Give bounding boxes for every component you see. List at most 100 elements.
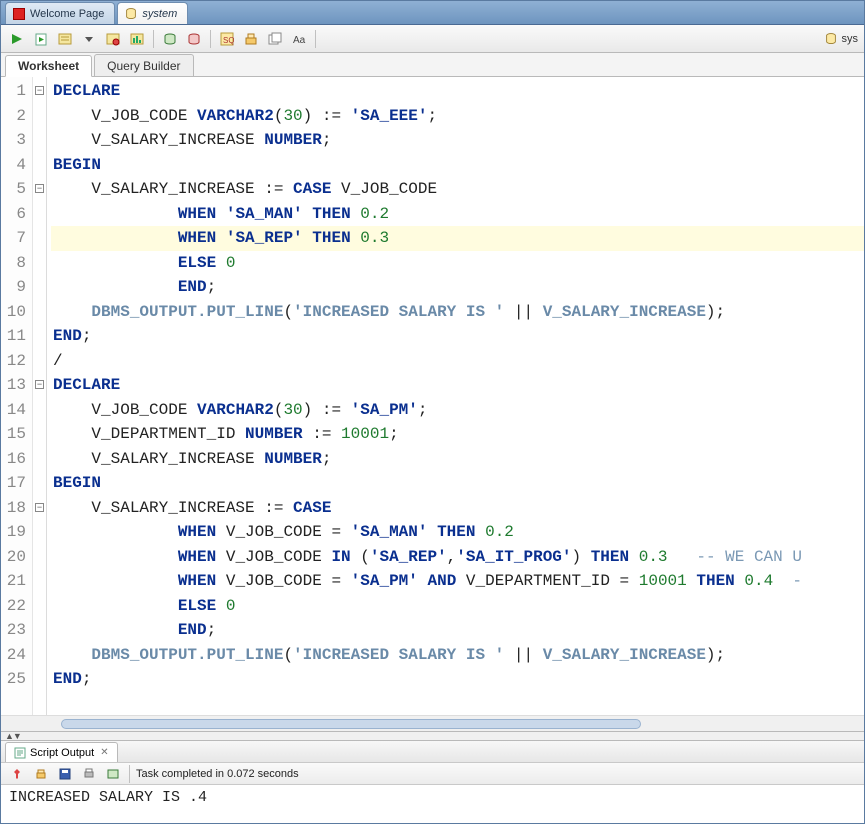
dropdown-caret-icon[interactable] bbox=[79, 29, 99, 49]
line-number: 19 bbox=[1, 520, 26, 545]
fold-column: − − − − bbox=[33, 77, 47, 715]
code-line[interactable]: / bbox=[51, 349, 864, 374]
subtab-query-builder[interactable]: Query Builder bbox=[94, 54, 193, 76]
worksheet-toolbar: SQL Aa sys bbox=[1, 25, 864, 53]
code-line[interactable]: DBMS_OUTPUT.PUT_LINE('INCREASED SALARY I… bbox=[51, 643, 864, 668]
line-number-gutter: 1234567891011121314151617181920212223242… bbox=[1, 77, 33, 715]
tab-system[interactable]: system bbox=[117, 2, 188, 24]
line-number: 9 bbox=[1, 275, 26, 300]
scrollbar-thumb[interactable] bbox=[61, 719, 641, 729]
line-number: 5 bbox=[1, 177, 26, 202]
fold-toggle[interactable]: − bbox=[35, 380, 44, 389]
close-icon[interactable]: ✕ bbox=[100, 747, 108, 758]
code-editor[interactable]: 1234567891011121314151617181920212223242… bbox=[1, 77, 864, 715]
connection-label: sys bbox=[842, 33, 859, 45]
connection-indicator[interactable]: sys bbox=[824, 32, 859, 46]
fold-toggle[interactable]: − bbox=[35, 503, 44, 512]
tab-label: Welcome Page bbox=[30, 8, 104, 20]
code-line[interactable]: ELSE 0 bbox=[51, 594, 864, 619]
line-number: 20 bbox=[1, 545, 26, 570]
output-body: INCREASED SALARY IS .4 bbox=[1, 785, 864, 823]
line-number: 3 bbox=[1, 128, 26, 153]
clear-button[interactable] bbox=[241, 29, 261, 49]
line-number: 16 bbox=[1, 447, 26, 472]
line-number: 8 bbox=[1, 251, 26, 276]
tab-welcome-page[interactable]: Welcome Page bbox=[5, 2, 115, 24]
code-line[interactable]: V_SALARY_INCREASE NUMBER; bbox=[51, 128, 864, 153]
editor-subtabs: Worksheet Query Builder bbox=[1, 53, 864, 77]
subtab-worksheet[interactable]: Worksheet bbox=[5, 55, 92, 77]
sql-worksheet-icon bbox=[124, 7, 138, 21]
code-line[interactable]: ELSE 0 bbox=[51, 251, 864, 276]
line-number: 2 bbox=[1, 104, 26, 129]
output-text: INCREASED SALARY IS .4 bbox=[9, 789, 207, 806]
line-number: 21 bbox=[1, 569, 26, 594]
line-number: 22 bbox=[1, 594, 26, 619]
run-script-button[interactable] bbox=[31, 29, 51, 49]
code-line[interactable]: DECLARE bbox=[51, 373, 864, 398]
code-line[interactable]: WHEN V_JOB_CODE = 'SA_PM' AND V_DEPARTME… bbox=[51, 569, 864, 594]
output-tabstrip: Script Output ✕ bbox=[1, 741, 864, 763]
output-tab-script-output[interactable]: Script Output ✕ bbox=[5, 742, 118, 762]
separator bbox=[315, 30, 316, 48]
fold-toggle[interactable]: − bbox=[35, 86, 44, 95]
line-number: 1 bbox=[1, 79, 26, 104]
to-upper-button[interactable]: Aa bbox=[289, 29, 309, 49]
document-tabstrip: Welcome Page system bbox=[1, 1, 864, 25]
code-line[interactable]: END; bbox=[51, 667, 864, 692]
code-line[interactable]: WHEN 'SA_MAN' THEN 0.2 bbox=[51, 202, 864, 227]
line-number: 7 bbox=[1, 226, 26, 251]
code-text-area[interactable]: DECLARE V_JOB_CODE VARCHAR2(30) := 'SA_E… bbox=[47, 77, 864, 715]
separator bbox=[129, 765, 130, 783]
output-tab-label: Script Output bbox=[30, 747, 94, 759]
code-line[interactable]: WHEN V_JOB_CODE IN ('SA_REP','SA_IT_PROG… bbox=[51, 545, 864, 570]
clear-output-button[interactable] bbox=[31, 764, 51, 784]
code-line[interactable]: WHEN V_JOB_CODE = 'SA_MAN' THEN 0.2 bbox=[51, 520, 864, 545]
fold-toggle[interactable]: − bbox=[35, 184, 44, 193]
autotrace-button[interactable] bbox=[103, 29, 123, 49]
code-line[interactable]: V_SALARY_INCREASE NUMBER; bbox=[51, 447, 864, 472]
code-line[interactable]: V_SALARY_INCREASE := CASE bbox=[51, 496, 864, 521]
save-output-button[interactable] bbox=[55, 764, 75, 784]
explain-plan-button[interactable] bbox=[55, 29, 75, 49]
print-output-button[interactable] bbox=[79, 764, 99, 784]
subtab-label: Worksheet bbox=[18, 59, 79, 73]
tab-label: system bbox=[142, 8, 177, 20]
run-statement-button[interactable] bbox=[7, 29, 27, 49]
code-line[interactable]: V_JOB_CODE VARCHAR2(30) := 'SA_PM'; bbox=[51, 398, 864, 423]
code-line[interactable]: END; bbox=[51, 618, 864, 643]
line-number: 15 bbox=[1, 422, 26, 447]
code-line[interactable]: DECLARE bbox=[51, 79, 864, 104]
commit-button[interactable] bbox=[160, 29, 180, 49]
subtab-label: Query Builder bbox=[107, 59, 180, 73]
svg-text:SQL: SQL bbox=[223, 36, 234, 45]
code-line[interactable]: BEGIN bbox=[51, 153, 864, 178]
rollback-button[interactable] bbox=[184, 29, 204, 49]
line-number: 10 bbox=[1, 300, 26, 325]
code-line[interactable]: V_DEPARTMENT_ID NUMBER := 10001; bbox=[51, 422, 864, 447]
sql-history-button[interactable] bbox=[265, 29, 285, 49]
code-line[interactable]: DBMS_OUTPUT.PUT_LINE('INCREASED SALARY I… bbox=[51, 300, 864, 325]
line-number: 11 bbox=[1, 324, 26, 349]
code-line[interactable]: END; bbox=[51, 275, 864, 300]
output-status-text: Task completed in 0.072 seconds bbox=[136, 768, 299, 780]
svg-text:Aa: Aa bbox=[293, 35, 306, 46]
sql-tuning-button[interactable] bbox=[127, 29, 147, 49]
line-number: 25 bbox=[1, 667, 26, 692]
horizontal-scrollbar[interactable] bbox=[1, 715, 864, 731]
line-number: 13 bbox=[1, 373, 26, 398]
output-toolbar: Task completed in 0.072 seconds bbox=[1, 763, 864, 785]
pin-button[interactable] bbox=[7, 764, 27, 784]
line-number: 12 bbox=[1, 349, 26, 374]
code-line[interactable]: V_JOB_CODE VARCHAR2(30) := 'SA_EEE'; bbox=[51, 104, 864, 129]
unshared-worksheet-button[interactable]: SQL bbox=[217, 29, 237, 49]
code-line[interactable]: BEGIN bbox=[51, 471, 864, 496]
code-line[interactable]: END; bbox=[51, 324, 864, 349]
output-settings-button[interactable] bbox=[103, 764, 123, 784]
panel-splitter[interactable]: ▲▼ bbox=[1, 731, 864, 741]
line-number: 14 bbox=[1, 398, 26, 423]
separator bbox=[153, 30, 154, 48]
line-number: 23 bbox=[1, 618, 26, 643]
code-line[interactable]: WHEN 'SA_REP' THEN 0.3 bbox=[51, 226, 864, 251]
code-line[interactable]: V_SALARY_INCREASE := CASE V_JOB_CODE bbox=[51, 177, 864, 202]
